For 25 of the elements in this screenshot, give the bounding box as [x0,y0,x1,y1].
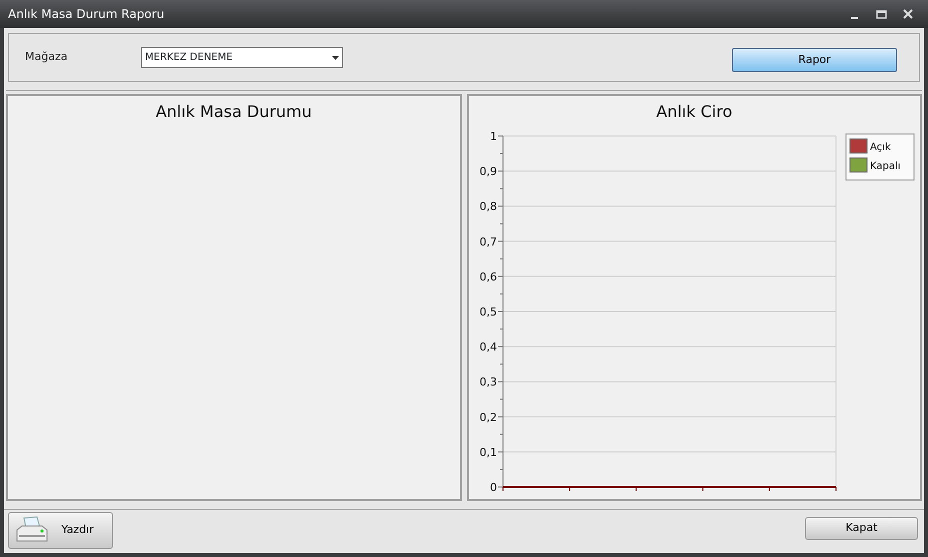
y-tick-label: 1 [490,130,496,143]
y-tick-label: 0,5 [479,306,496,318]
close-icon [902,8,914,20]
y-tick-label: 0,2 [479,410,496,424]
store-label: Mağaza [25,49,68,66]
y-tick-label: 0,9 [479,165,496,178]
y-tick-label: 0,4 [479,340,496,354]
y-tick-label: 0,3 [479,376,496,389]
print-button[interactable]: Yazdır [8,512,113,549]
y-tick-label: 0,7 [479,235,496,248]
panel-title: Anlık Masa Durumu [154,101,313,123]
legend-label: Kapalı [870,161,900,172]
y-tick-label: 0,6 [479,270,496,284]
close-button[interactable]: Kapat [805,517,918,540]
y-tick-label: 0 [490,481,496,494]
maximize-icon [876,8,887,20]
report-button[interactable]: Rapor [732,48,897,72]
dropdown-arrow-icon [332,56,339,60]
store-dropdown[interactable]: MERKEZ DENEME [141,47,343,68]
panel-title: Anlık Ciro [655,101,734,123]
y-tick-label: 0,1 [479,446,496,459]
legend-label: Açık [870,142,890,153]
y-tick-label: 0,8 [479,200,496,214]
window-title: Anlık Masa Durum Raporu [8,6,164,23]
minimize-icon [851,17,858,19]
